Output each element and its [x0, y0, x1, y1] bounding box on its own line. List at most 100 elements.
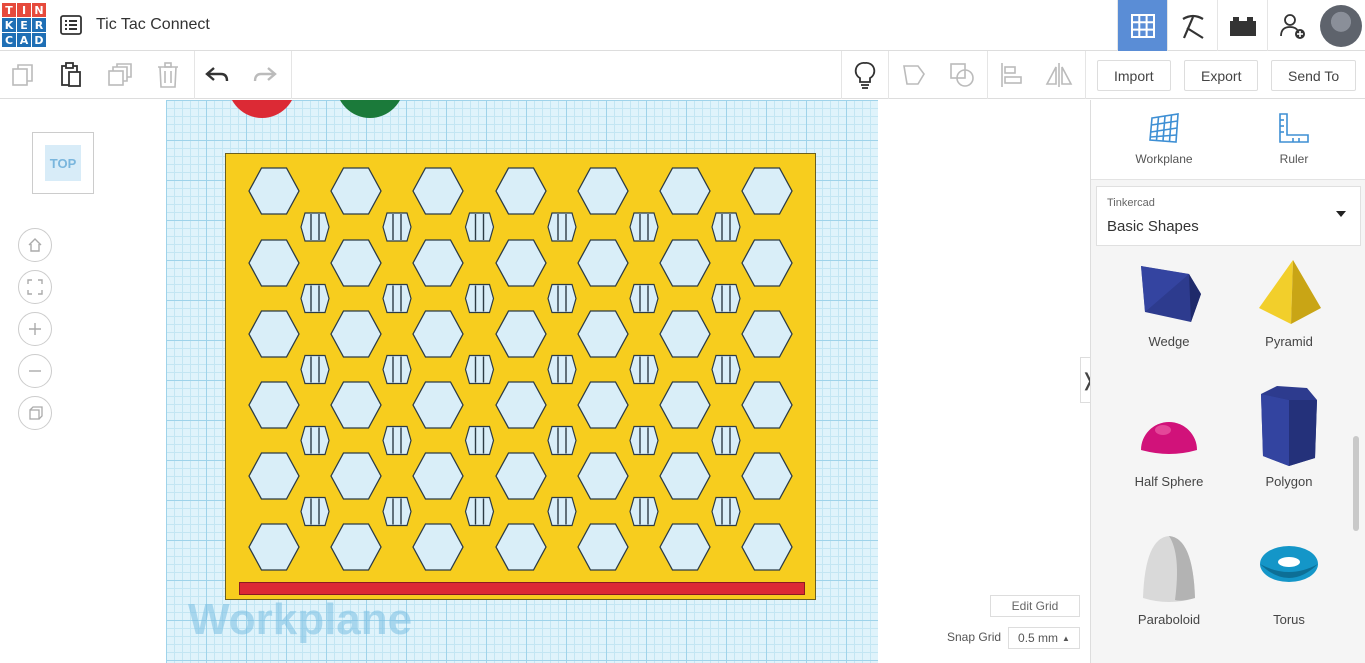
board-slot [464, 354, 495, 385]
canvas[interactable]: Workplane ❭ Edit Grid Snap Grid 0.5 mm▲ [166, 100, 1090, 663]
shape-label: Wedge [1148, 334, 1190, 349]
logo-letter: N [32, 3, 46, 17]
board-slot [382, 496, 412, 527]
board-hex-hole [659, 381, 711, 429]
board-hex-hole [330, 239, 382, 287]
zoom-out-icon[interactable] [18, 354, 52, 388]
shape-label: Pyramid [1265, 334, 1313, 349]
board-slot [300, 354, 330, 385]
board-hex-hole [412, 523, 464, 571]
board-slot [547, 496, 577, 527]
grid-view-icon[interactable] [1117, 0, 1167, 51]
workplane-icon [1149, 113, 1179, 143]
perspective-icon[interactable] [18, 396, 52, 430]
fit-icon[interactable] [18, 270, 52, 304]
board-hex-hole [741, 523, 793, 571]
shape-polygon[interactable]: Polygon [1229, 384, 1349, 489]
align-icon[interactable] [994, 59, 1028, 91]
shape-torus[interactable]: Torus [1229, 534, 1349, 627]
shapes-panel: Workplane Ruler Tinkercad Basic Shapes W… [1090, 100, 1365, 663]
polygon-icon [1261, 386, 1317, 466]
group-icon[interactable] [945, 59, 979, 91]
ruler-tool[interactable]: Ruler [1254, 110, 1334, 166]
board-hex-hole [659, 167, 711, 215]
trash-icon[interactable] [151, 59, 185, 91]
board-slot [300, 496, 330, 527]
board-slot [382, 212, 412, 242]
board-slot [382, 354, 412, 385]
board-hex-hole [248, 452, 300, 500]
board-slot [547, 354, 577, 385]
chevron-right-icon[interactable]: ❭ [1080, 357, 1090, 403]
logo-letter: R [32, 18, 46, 32]
red-disc[interactable] [228, 100, 296, 118]
redo-icon[interactable] [248, 59, 282, 91]
shape-paraboloid[interactable]: Paraboloid [1109, 534, 1229, 627]
board-hex-hole [330, 381, 382, 429]
design-list-icon[interactable] [60, 15, 82, 35]
export-button[interactable]: Export [1184, 60, 1259, 91]
board-hex-hole [412, 239, 464, 287]
shape-wedge[interactable]: Wedge [1109, 260, 1229, 349]
mirror-icon[interactable] [1042, 59, 1076, 91]
workplane-tool[interactable]: Workplane [1124, 110, 1204, 166]
avatar[interactable] [1317, 0, 1365, 51]
shape-label: Torus [1273, 612, 1305, 627]
board-hex-hole [248, 523, 300, 571]
board-slot [464, 283, 495, 314]
design-title[interactable]: Tic Tac Connect [96, 16, 210, 34]
tinkercad-logo[interactable]: TIN KER CAD [2, 3, 46, 48]
shape-pyramid[interactable]: Pyramid [1229, 260, 1349, 349]
shape-library-select[interactable]: Tinkercad Basic Shapes [1096, 186, 1361, 246]
board-hex-hole [741, 452, 793, 500]
undo-icon[interactable] [200, 59, 234, 91]
board-slot [300, 283, 330, 314]
snap-grid-select[interactable]: 0.5 mm ▲ [1008, 627, 1080, 649]
pickaxe-icon[interactable] [1167, 0, 1217, 51]
board-slot [629, 354, 659, 385]
board-slot [300, 212, 330, 242]
workplane-grid[interactable]: Workplane [166, 100, 878, 663]
connect-board[interactable] [225, 153, 816, 600]
board-hex-hole [248, 167, 300, 215]
ruler-icon [1279, 113, 1309, 143]
paraboloid-icon [1143, 536, 1195, 602]
view-cube-face[interactable]: TOP [45, 145, 81, 181]
add-user-icon[interactable] [1267, 0, 1317, 51]
paste-icon[interactable] [54, 59, 88, 91]
board-hex-hole [659, 523, 711, 571]
library-source: Tinkercad [1107, 197, 1155, 209]
board-hex-hole [577, 310, 629, 358]
board-base-bar[interactable] [239, 582, 805, 595]
board-hex-hole [248, 381, 300, 429]
logo-letter: K [2, 18, 16, 32]
board-hex-hole [659, 239, 711, 287]
board-hex-hole [495, 167, 547, 215]
zoom-in-icon[interactable] [18, 312, 52, 346]
send-to-button[interactable]: Send To [1271, 60, 1357, 91]
board-slot [464, 496, 495, 527]
import-button[interactable]: Import [1097, 60, 1171, 91]
copy-icon[interactable] [6, 59, 40, 91]
workplane-watermark: Workplane [188, 595, 413, 644]
green-disc[interactable] [336, 100, 404, 118]
shape-note-icon[interactable] [897, 59, 931, 91]
view-cube[interactable]: TOP [32, 132, 94, 194]
edit-grid-button[interactable]: Edit Grid [990, 595, 1080, 617]
caret-up-icon: ▲ [1062, 633, 1070, 643]
board-hex-hole [412, 167, 464, 215]
workplane-tool-label: Workplane [1135, 152, 1193, 166]
board-hex-hole [577, 239, 629, 287]
brick-icon[interactable] [1217, 0, 1267, 51]
duplicate-icon[interactable] [103, 59, 137, 91]
board-hex-hole [577, 452, 629, 500]
panel-scrollbar[interactable] [1353, 436, 1359, 531]
panel-tools: Workplane Ruler [1091, 100, 1365, 180]
home-icon[interactable] [18, 228, 52, 262]
logo-letter: E [17, 18, 31, 32]
board-hex-hole [741, 310, 793, 358]
board-hex-hole [741, 239, 793, 287]
lightbulb-icon[interactable] [848, 59, 882, 91]
shape-half-sphere[interactable]: Half Sphere [1109, 400, 1229, 489]
board-hex-hole [495, 239, 547, 287]
